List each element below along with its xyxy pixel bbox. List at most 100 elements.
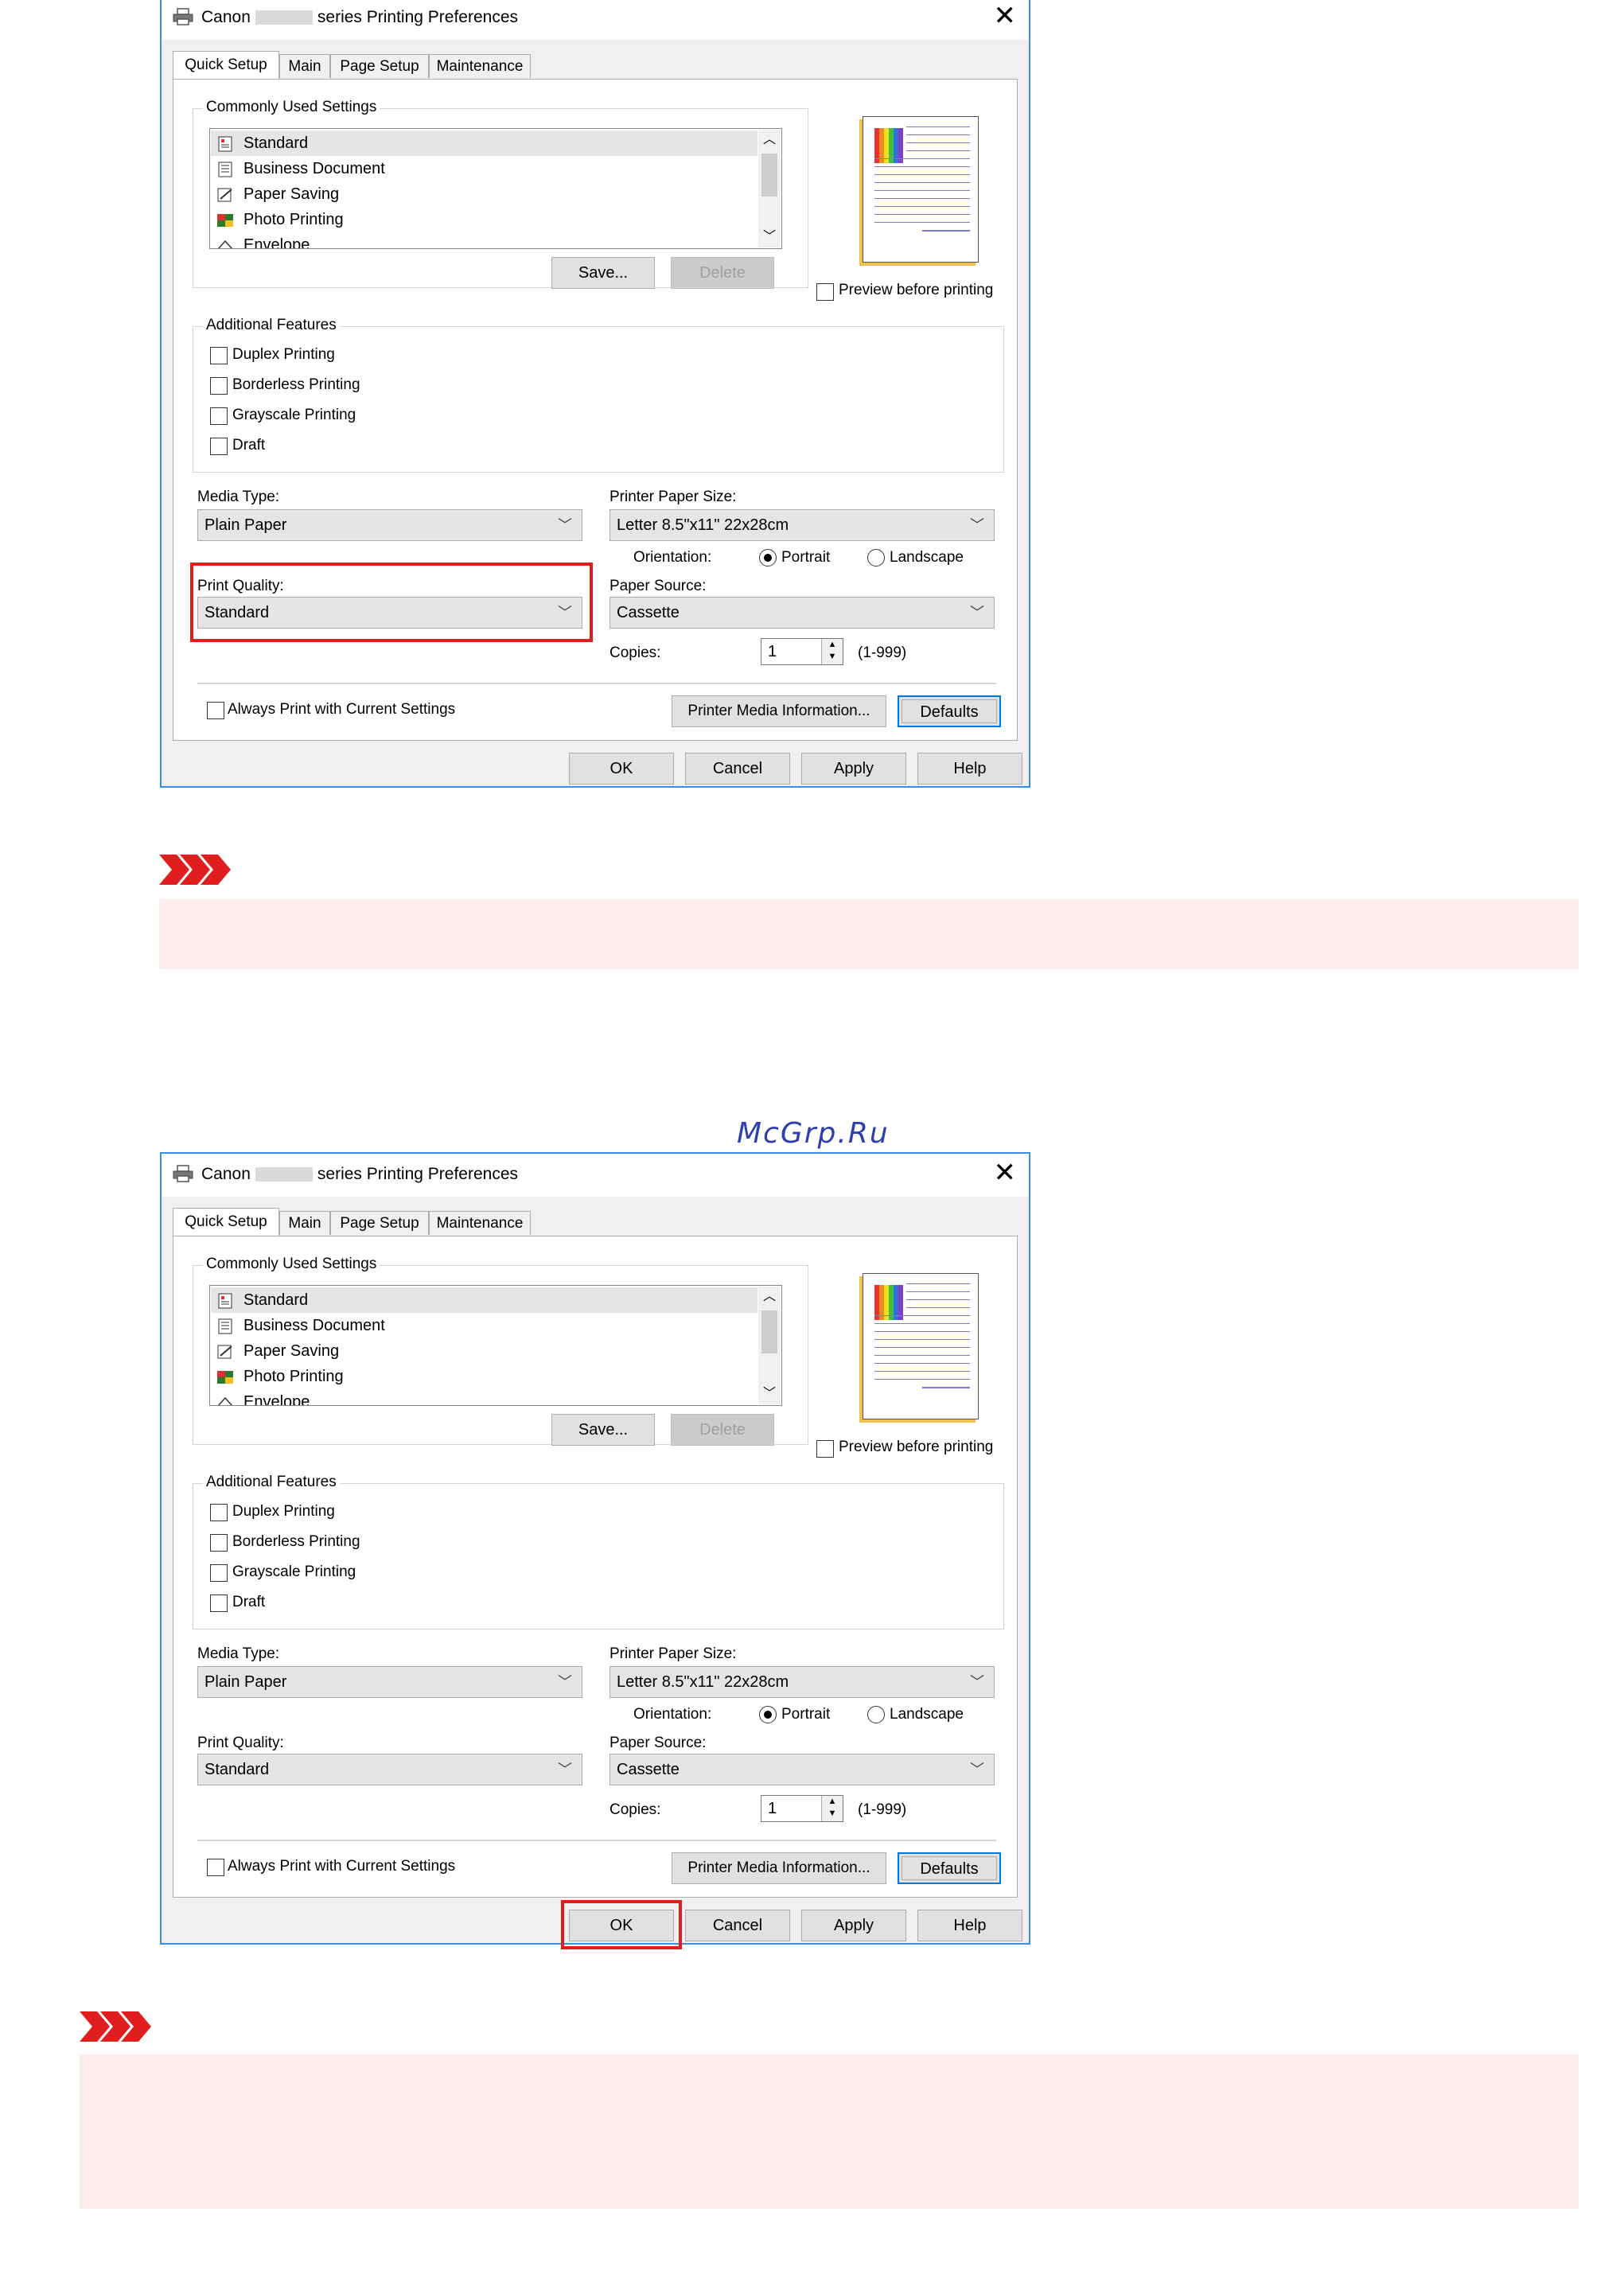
borderless-printing-checkbox[interactable] (210, 1534, 228, 1552)
defaults-button-label: Defaults (902, 1856, 997, 1880)
tab-main[interactable]: Main (279, 1211, 330, 1235)
apply-button[interactable]: Apply (801, 753, 906, 785)
list-item[interactable]: Business Document (216, 156, 385, 181)
help-button[interactable]: Help (917, 1910, 1022, 1941)
spin-arrows-icon[interactable]: ▲ ▼ (821, 1796, 843, 1821)
list-item[interactable]: Standard (211, 130, 757, 156)
grayscale-printing-label: Grayscale Printing (232, 1563, 356, 1580)
printer-paper-size-select[interactable]: Letter 8.5"x11" 22x28cm ﹀ (609, 509, 995, 541)
list-item[interactable]: Paper Saving (216, 1338, 339, 1364)
draft-checkbox[interactable] (210, 438, 228, 455)
duplex-printing-checkbox[interactable] (210, 347, 228, 364)
delete-button[interactable]: Delete (671, 1414, 774, 1446)
additional-features-label: Additional Features (203, 1474, 340, 1491)
media-type-label: Media Type: (197, 489, 280, 505)
duplex-printing-checkbox[interactable] (210, 1504, 228, 1521)
paper-saving-icon (217, 1345, 232, 1359)
tab-maintenance[interactable]: Maintenance (429, 54, 531, 78)
chevron-down-icon[interactable]: ﹀ (758, 1384, 781, 1404)
always-print-checkbox[interactable] (207, 1859, 224, 1876)
commonly-used-settings-label: Commonly Used Settings (203, 1256, 380, 1273)
title-bar: Canon series Printing Preferences ✕ (162, 1154, 1029, 1197)
defaults-button[interactable]: Defaults (898, 695, 1001, 727)
paper-source-select[interactable]: Cassette ﹀ (609, 1754, 995, 1785)
borderless-printing-checkbox[interactable] (210, 377, 228, 395)
paper-source-label: Paper Source: (609, 578, 707, 594)
list-item[interactable]: Business Document (216, 1313, 385, 1338)
grayscale-printing-label: Grayscale Printing (232, 407, 356, 423)
preview-before-printing-checkbox[interactable] (816, 1440, 834, 1458)
defaults-button[interactable]: Defaults (898, 1852, 1001, 1884)
list-item[interactable]: Paper Saving (216, 181, 339, 207)
list-scrollbar[interactable]: ︿ ﹀ (758, 130, 781, 247)
title-bar: Canon series Printing Preferences ✕ (162, 0, 1029, 40)
delete-button[interactable]: Delete (671, 257, 774, 289)
chevron-down-icon: ﹀ (970, 1762, 984, 1778)
page-preview-image (863, 116, 979, 263)
window-title: Canon series Printing Preferences (201, 1165, 519, 1183)
commonly-used-settings-group: Commonly Used Settings Standard Business… (193, 99, 808, 289)
close-icon[interactable]: ✕ (994, 0, 1017, 32)
chevron-up-icon[interactable]: ︿ (758, 1287, 781, 1307)
grayscale-printing-checkbox[interactable] (210, 1564, 228, 1582)
chevron-up-icon[interactable]: ︿ (758, 130, 781, 150)
list-item[interactable]: Standard (211, 1287, 757, 1313)
chevron-down-icon: ﹀ (970, 605, 984, 621)
tab-page-setup[interactable]: Page Setup (330, 1211, 429, 1235)
help-button[interactable]: Help (917, 753, 1022, 785)
paper-source-select[interactable]: Cassette ﹀ (609, 597, 995, 629)
list-item[interactable]: Envelope (216, 232, 310, 248)
chevron-down-icon: ﹀ (558, 517, 572, 533)
print-quality-select[interactable]: Standard ﹀ (197, 1754, 582, 1785)
scrollbar-thumb[interactable] (761, 1310, 777, 1353)
tab-quick-setup[interactable]: Quick Setup (173, 1208, 279, 1236)
portrait-radio[interactable] (759, 1706, 777, 1723)
landscape-label: Landscape (890, 549, 964, 566)
always-print-checkbox[interactable] (207, 702, 224, 719)
cancel-button[interactable]: Cancel (685, 1910, 790, 1941)
list-item[interactable]: Photo Printing (216, 207, 344, 232)
close-icon[interactable]: ✕ (994, 1157, 1017, 1189)
spin-arrows-icon[interactable]: ▲ ▼ (821, 639, 843, 664)
envelope-icon (217, 239, 233, 248)
copies-stepper[interactable]: 1 ▲ ▼ (761, 638, 843, 665)
tab-page-setup[interactable]: Page Setup (330, 54, 429, 78)
printer-media-information-button[interactable]: Printer Media Information... (672, 1852, 886, 1884)
landscape-radio[interactable] (867, 549, 885, 567)
tab-quick-setup[interactable]: Quick Setup (173, 51, 279, 80)
preview-before-printing-checkbox[interactable] (816, 283, 834, 301)
printer-media-information-button[interactable]: Printer Media Information... (672, 695, 886, 727)
list-item[interactable]: Envelope (216, 1389, 310, 1405)
copies-range-label: (1-999) (858, 1801, 907, 1818)
apply-button[interactable]: Apply (801, 1910, 906, 1941)
cancel-button[interactable]: Cancel (685, 753, 790, 785)
save-button[interactable]: Save... (551, 1414, 655, 1446)
portrait-radio[interactable] (759, 549, 777, 567)
list-scrollbar[interactable]: ︿ ﹀ (758, 1287, 781, 1404)
important-note-box (159, 899, 1579, 969)
media-type-select[interactable]: Plain Paper ﹀ (197, 1666, 582, 1698)
chevron-down-icon[interactable]: ﹀ (758, 227, 781, 247)
printer-icon (173, 1165, 193, 1182)
commonly-used-settings-list[interactable]: Standard Business Document Paper Saving … (209, 1285, 782, 1406)
tab-maintenance[interactable]: Maintenance (429, 1211, 531, 1235)
standard-document-icon (218, 1293, 232, 1309)
grayscale-printing-checkbox[interactable] (210, 407, 228, 425)
tab-main[interactable]: Main (279, 54, 330, 78)
divider (197, 1840, 996, 1841)
media-type-select[interactable]: Plain Paper ﹀ (197, 509, 582, 541)
printing-preferences-dialog-1: Canon series Printing Preferences ✕ Quick… (160, 0, 1030, 788)
draft-checkbox[interactable] (210, 1595, 228, 1612)
copies-stepper[interactable]: 1 ▲ ▼ (761, 1795, 843, 1822)
window-title: Canon series Printing Preferences (201, 8, 519, 26)
ok-button[interactable]: OK (569, 753, 674, 785)
printer-paper-size-select[interactable]: Letter 8.5"x11" 22x28cm ﹀ (609, 1666, 995, 1698)
orientation-label: Orientation: (633, 1706, 712, 1723)
scrollbar-thumb[interactable] (761, 154, 777, 197)
important-note-box (80, 2054, 1579, 2209)
printer-paper-size-label: Printer Paper Size: (609, 1645, 737, 1662)
save-button[interactable]: Save... (551, 257, 655, 289)
landscape-radio[interactable] (867, 1706, 885, 1723)
list-item[interactable]: Photo Printing (216, 1364, 344, 1389)
commonly-used-settings-list[interactable]: Standard Business Document Paper Saving … (209, 128, 782, 249)
